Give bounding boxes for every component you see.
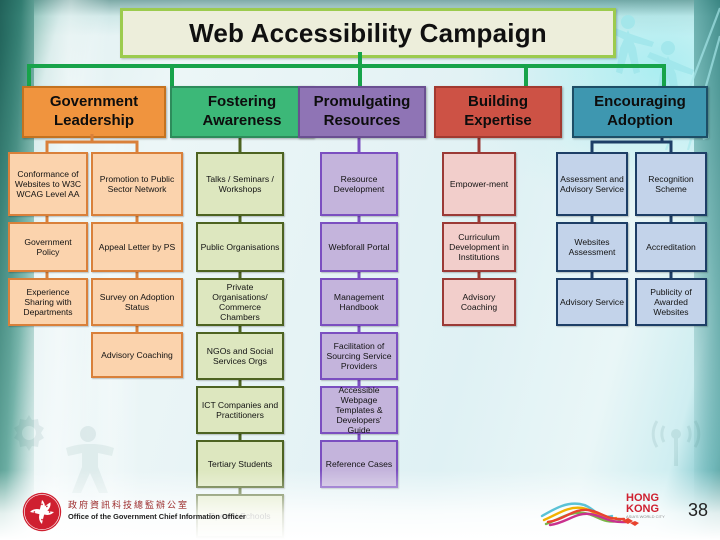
node-empowerment[interactable]: Empower-ment <box>442 152 516 216</box>
node-accreditation[interactable]: Accreditation <box>635 222 707 272</box>
connector-to-col-1 <box>27 64 31 86</box>
node-publicity-awarded-websites[interactable]: Publicity of Awarded Websites <box>635 278 707 326</box>
header-government-leadership[interactable]: Government Leadership <box>22 86 166 138</box>
brand-hong-kong-logo: HONG KONG ASIA'S WORLD CITY <box>540 492 665 527</box>
node-ict-companies[interactable]: ICT Companies and Practitioners <box>196 386 284 434</box>
header-building-expertise[interactable]: Building Expertise <box>434 86 562 138</box>
node-advisory-coaching-col4[interactable]: Advisory Coaching <box>442 278 516 326</box>
node-curriculum-development[interactable]: Curriculum Development in Institutions <box>442 222 516 272</box>
header-label: Government Leadership <box>49 93 139 129</box>
node-management-handbook[interactable]: Management Handbook <box>320 278 398 326</box>
ogcio-english-name: Office of the Government Chief Informati… <box>68 512 246 521</box>
connector-to-col-5 <box>662 64 666 86</box>
node-ngos-social-services[interactable]: NGOs and Social Services Orgs <box>196 332 284 380</box>
node-talks-seminars-workshops[interactable]: Talks / Seminars / Workshops <box>196 152 284 216</box>
connector-to-col-3 <box>358 64 362 86</box>
page-number: 38 <box>687 500 708 520</box>
header-fostering-awareness[interactable]: Fostering Awareness <box>170 86 314 138</box>
slide-canvas: Web Accessibility Campaign Government Le… <box>0 0 720 540</box>
brand-tagline: ASIA'S WORLD CITY <box>626 514 665 519</box>
header-promulgating-resources[interactable]: Promulgating Resources <box>298 86 426 138</box>
header-encouraging-adoption[interactable]: Encouraging Adoption <box>572 86 708 138</box>
node-webforall-portal[interactable]: Webforall Portal <box>320 222 398 272</box>
header-label: Building Expertise <box>464 93 532 129</box>
node-appeal-letter[interactable]: Appeal Letter by PS <box>91 222 183 272</box>
node-resource-development[interactable]: Resource Development <box>320 152 398 216</box>
node-assessment-advisory-service[interactable]: Assessment and Advisory Service <box>556 152 628 216</box>
node-conformance-websites[interactable]: Conformance of Websites to W3C WCAG Leve… <box>8 152 88 216</box>
hksar-emblem-icon <box>22 492 62 532</box>
ogcio-chinese-name: 政府資訊科技總監辦公室 <box>68 501 190 511</box>
header-label: Fostering Awareness <box>202 93 282 129</box>
slide-title: Web Accessibility Campaign <box>120 8 616 58</box>
node-promotion-public-sector[interactable]: Promotion to Public Sector Network <box>91 152 183 216</box>
connector-header-bus <box>27 64 666 68</box>
connector-to-col-2 <box>170 64 174 86</box>
connector-to-col-4 <box>524 64 528 86</box>
node-experience-sharing[interactable]: Experience Sharing with Departments <box>8 278 88 326</box>
node-facilitation-sourcing[interactable]: Facilitation of Sourcing Service Provide… <box>320 332 398 380</box>
header-label: Encouraging Adoption <box>594 93 686 129</box>
node-private-organisations[interactable]: Private Organisations/ Commerce Chambers <box>196 278 284 326</box>
header-label: Promulgating Resources <box>313 93 411 129</box>
node-recognition-scheme[interactable]: Recognition Scheme <box>635 152 707 216</box>
node-government-policy[interactable]: Government Policy <box>8 222 88 272</box>
node-advisory-service[interactable]: Advisory Service <box>556 278 628 326</box>
ogcio-wordmark: 政府資訊科技總監辦公室 Office of the Government Chi… <box>68 498 246 521</box>
node-advisory-coaching-col1[interactable]: Advisory Coaching <box>91 332 183 378</box>
node-websites-assessment[interactable]: Websites Assessment <box>556 222 628 272</box>
node-accessible-templates-guide[interactable]: Accessible Webpage Templates & Developer… <box>320 385 398 435</box>
node-public-organisations[interactable]: Public Organisations <box>196 222 284 272</box>
node-survey-adoption-status[interactable]: Survey on Adoption Status <box>91 278 183 326</box>
slide-title-text: Web Accessibility Campaign <box>189 17 547 48</box>
